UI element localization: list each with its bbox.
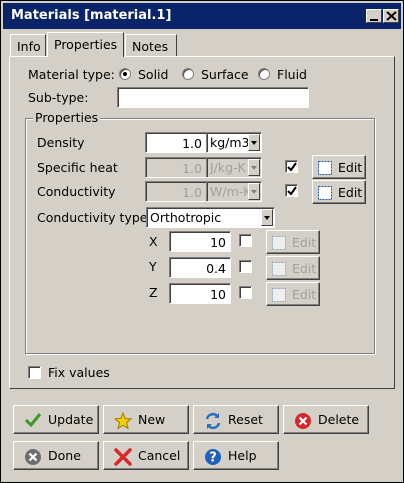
tab-notes-label: Notes (132, 39, 169, 54)
close-icon (386, 11, 397, 21)
minimize-button[interactable] (366, 9, 382, 23)
update-button[interactable]: Update (13, 405, 99, 434)
cancel-button[interactable]: Cancel (103, 441, 189, 470)
tab-info[interactable]: Info (10, 34, 46, 56)
check-icon (24, 413, 42, 428)
new-label: New (138, 412, 166, 427)
delete-button[interactable]: Delete (283, 405, 369, 434)
update-label: Update (48, 412, 94, 427)
new-button[interactable]: New (103, 405, 189, 434)
tab-properties-label: Properties (54, 37, 118, 52)
star-icon (114, 412, 132, 430)
tab-info-label: Info (17, 39, 41, 54)
reset-label: Reset (228, 412, 263, 427)
done-button[interactable]: Done (13, 441, 99, 470)
delete-icon (295, 413, 311, 429)
done-label: Done (48, 448, 81, 463)
title-bar[interactable]: Materials [material.1] (3, 3, 401, 29)
tab-properties[interactable]: Properties (47, 32, 124, 57)
reset-button[interactable]: Reset (193, 405, 279, 434)
svg-text:?: ? (209, 451, 217, 466)
delete-label: Delete (318, 412, 360, 427)
window-title: Materials [material.1] (11, 8, 172, 23)
properties-panel (9, 56, 395, 389)
help-button[interactable]: ? Help (193, 441, 279, 470)
help-icon: ? (205, 449, 221, 466)
help-label: Help (228, 448, 257, 463)
tab-notes[interactable]: Notes (125, 34, 177, 56)
close-button[interactable] (383, 9, 399, 23)
refresh-icon (205, 412, 221, 430)
done-icon (25, 449, 41, 465)
materials-window: Materials [material.1] Info Properties N… (0, 0, 404, 483)
cancel-icon (114, 448, 132, 466)
cancel-label: Cancel (138, 448, 181, 463)
